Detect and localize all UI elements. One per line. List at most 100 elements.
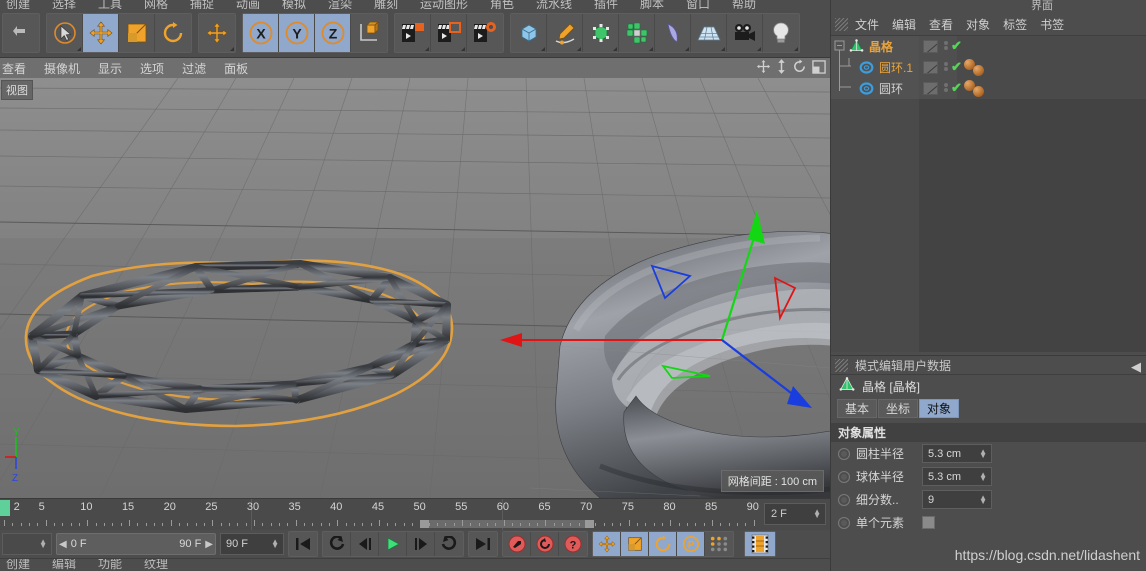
transport-group[interactable] <box>322 531 464 557</box>
nurbs-icon[interactable] <box>583 14 619 52</box>
time-spinner[interactable]: ▲ ▼ <box>2 533 52 555</box>
menu-item-9[interactable]: 运动图形 <box>420 0 468 9</box>
object-manager-menu-bar[interactable]: 文件 编辑 查看 对象 标签 书签 <box>831 14 1146 36</box>
record-key-icon[interactable] <box>503 532 531 556</box>
object-name[interactable]: 晶格 <box>869 38 893 55</box>
om-menu-file[interactable]: 文件 <box>855 16 879 33</box>
play-icon[interactable] <box>379 532 407 556</box>
property-bullet-icon[interactable] <box>838 493 850 506</box>
property-bullet-icon[interactable] <box>838 447 850 460</box>
menu-item-12[interactable]: 插件 <box>594 0 618 9</box>
enabled-check-icon[interactable]: ✔ <box>951 38 962 54</box>
scale-key-icon[interactable] <box>621 532 649 556</box>
undo-group[interactable] <box>2 13 40 53</box>
object-name[interactable]: 圆环 <box>879 80 903 97</box>
viewport-menu-3[interactable]: 选项 <box>140 60 164 77</box>
viewport-menu-bar[interactable]: 查看 摄像机 显示 选项 过滤 面板 <box>0 58 830 78</box>
viewport-canvas[interactable] <box>0 78 830 498</box>
world-group[interactable] <box>198 13 236 53</box>
property-row[interactable]: 细分数.. 9 ▲ ▼ <box>831 488 1146 511</box>
light-icon[interactable] <box>763 14 799 52</box>
menu-item-5[interactable]: 动画 <box>236 0 260 9</box>
visibility-slash-icon[interactable] <box>923 61 938 74</box>
go-to-start-icon[interactable] <box>289 532 317 556</box>
material-tag-icon[interactable] <box>973 65 984 76</box>
goto-start-group[interactable] <box>288 531 318 557</box>
attribute-manager[interactable]: 晶格 [晶格] 基本 坐标 对象 对象属性 圆柱半径 5.3 cm ▲ ▼ 球体半径 5.3 … <box>831 375 1146 571</box>
record-group[interactable]: ? <box>502 531 588 557</box>
object-manager[interactable]: 晶格 ✔ 圆环.1 ✔ 圆环 ✔ <box>831 36 1146 352</box>
world-axis-icon[interactable] <box>199 14 235 52</box>
object-rows[interactable]: 晶格 ✔ 圆环.1 ✔ 圆环 ✔ <box>831 36 1146 352</box>
pla-key-icon[interactable]: P <box>677 532 705 556</box>
transform-group[interactable] <box>46 13 192 53</box>
menu-item-8[interactable]: 雕刻 <box>374 0 398 9</box>
position-key-icon[interactable] <box>593 532 621 556</box>
camera-icon[interactable] <box>727 14 763 52</box>
render-region-icon[interactable] <box>431 14 467 52</box>
viewport-menu-1[interactable]: 摄像机 <box>44 60 80 77</box>
timeline-ruler[interactable]: 2 5 10 15 20 25 30 35 40 45 50 55 60 65 70 75 80 85 90 <box>0 499 762 531</box>
render-group[interactable] <box>394 13 504 53</box>
om-menu-tag[interactable]: 标签 <box>1003 16 1027 33</box>
live-selection-icon[interactable] <box>47 14 83 52</box>
mograph-icon[interactable] <box>619 14 655 52</box>
material-tag-icon[interactable] <box>973 86 984 97</box>
spinner-icon[interactable]: ▲ ▼ <box>979 447 987 459</box>
property-row[interactable]: 球体半径 5.3 cm ▲ ▼ <box>831 465 1146 488</box>
visibility-dots-icon[interactable] <box>942 40 949 51</box>
viewport-nav-icons[interactable] <box>756 59 826 77</box>
property-field[interactable]: 5.3 cm ▲ ▼ <box>922 444 992 463</box>
property-field[interactable]: 5.3 cm ▲ ▼ <box>922 467 992 486</box>
viewport-menu-2[interactable]: 显示 <box>98 60 122 77</box>
scale-icon[interactable] <box>119 14 155 52</box>
menu-item-1[interactable]: 选择 <box>52 0 76 9</box>
menu-item-14[interactable]: 窗口 <box>686 0 710 9</box>
om-menu-view[interactable]: 查看 <box>929 16 953 33</box>
viewport-menu-0[interactable]: 查看 <box>2 60 26 77</box>
property-field[interactable]: 9 ▲ ▼ <box>922 490 992 509</box>
zoom-icon[interactable] <box>776 59 787 77</box>
enabled-check-icon[interactable]: ✔ <box>951 59 962 75</box>
menu-item-7[interactable]: 渲染 <box>328 0 352 9</box>
playback-bar[interactable]: ▲ ▼ ◀ 0 F 90 F ▶ 90 F ▲ ▼ ? P <box>0 530 830 558</box>
step-back-key-icon[interactable] <box>323 532 351 556</box>
preview-range-slider[interactable]: ◀ 0 F 90 F ▶ <box>56 533 216 555</box>
enabled-check-icon[interactable]: ✔ <box>951 80 962 96</box>
timeline-bar[interactable]: 2 5 10 15 20 25 30 35 40 45 50 55 60 65 70 75 80 85 90 2 F… <box>0 498 830 531</box>
step-back-icon[interactable] <box>351 532 379 556</box>
menu-item-13[interactable]: 脚本 <box>640 0 664 9</box>
range-right-arrow[interactable]: ▶ <box>205 539 213 550</box>
object-row[interactable]: 圆环.1 ✔ <box>831 57 1146 78</box>
am-menu-userdata[interactable]: 用户数据 <box>903 357 951 374</box>
spinner-icon[interactable]: ▲ ▼ <box>271 538 279 550</box>
om-menu-object[interactable]: 对象 <box>966 16 990 33</box>
y-axis-icon[interactable]: Y <box>279 14 315 52</box>
menu-item-15[interactable]: 帮助 <box>732 0 756 9</box>
create-group[interactable] <box>510 13 800 53</box>
keyframe-selection-icon[interactable]: ? <box>559 532 587 556</box>
visibility-dots-icon[interactable] <box>942 82 949 93</box>
object-row[interactable]: 圆环 ✔ <box>831 78 1146 99</box>
rotation-key-icon[interactable] <box>649 532 677 556</box>
status-bar[interactable]: 创建 编辑 功能 纹理 <box>0 558 830 571</box>
attribute-tabs[interactable]: 基本 坐标 对象 <box>831 399 1146 418</box>
go-to-end-icon[interactable] <box>469 532 497 556</box>
property-row[interactable]: 圆柱半径 5.3 cm ▲ ▼ <box>831 442 1146 465</box>
render-view-icon[interactable] <box>395 14 431 52</box>
visibility-slash-icon[interactable] <box>923 82 938 95</box>
menu-item-10[interactable]: 角色 <box>490 0 514 9</box>
spinner-icon[interactable]: ▲ ▼ <box>39 538 47 550</box>
undo-icon[interactable] <box>3 14 39 52</box>
main-toolbar[interactable]: X Y Z <box>0 9 830 58</box>
object-axis-icon[interactable] <box>351 14 387 52</box>
om-menu-bookmark[interactable]: 书签 <box>1040 16 1064 33</box>
axis-lock-group[interactable]: X Y Z <box>242 13 388 53</box>
panel-gripper-icon[interactable] <box>835 18 848 31</box>
status-menu-0[interactable]: 创建 <box>6 559 30 571</box>
object-name[interactable]: 圆环.1 <box>879 59 913 76</box>
spinner-icon[interactable]: ▲ ▼ <box>979 493 987 505</box>
floor-icon[interactable] <box>691 14 727 52</box>
object-row[interactable]: 晶格 ✔ <box>831 36 1146 57</box>
timeline-group[interactable] <box>744 531 776 557</box>
